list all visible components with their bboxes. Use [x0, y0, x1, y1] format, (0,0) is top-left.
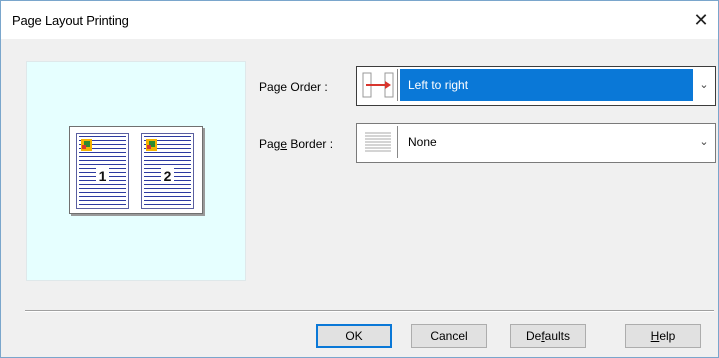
page-order-label: Page Order : [259, 80, 328, 94]
divider [25, 310, 714, 312]
no-border-icon [359, 126, 398, 158]
page-order-dropdown[interactable]: Left to right ⌄ [356, 66, 716, 106]
cancel-button[interactable]: Cancel [411, 324, 487, 348]
page-layout-printing-dialog: Page Layout Printing ✕ 1 2 Page Order : [0, 0, 719, 358]
page-number-2: 2 [160, 168, 175, 184]
page-border-label: Page Border : [259, 137, 334, 151]
page-border-dropdown[interactable]: None ⌄ [356, 123, 716, 163]
ok-button[interactable]: OK [316, 324, 392, 348]
defaults-button[interactable]: Defaults [510, 324, 586, 348]
chevron-down-icon[interactable]: ⌄ [698, 79, 710, 91]
layout-preview: 1 2 [26, 61, 246, 281]
chevron-down-icon[interactable]: ⌄ [698, 136, 710, 148]
picture-icon [81, 139, 92, 151]
preview-page-1: 1 [76, 133, 129, 209]
close-icon[interactable]: ✕ [690, 9, 712, 31]
picture-icon [146, 139, 157, 151]
preview-page-2: 2 [141, 133, 194, 209]
arrow-left-to-right-icon [359, 69, 398, 101]
help-button[interactable]: Help [625, 324, 701, 348]
page-order-value: Left to right [400, 69, 693, 101]
dialog-title: Page Layout Printing [12, 13, 129, 28]
preview-sheet: 1 2 [69, 126, 203, 214]
title-bar[interactable]: Page Layout Printing ✕ [1, 1, 718, 39]
page-number-1: 1 [95, 168, 110, 184]
page-border-value: None [408, 135, 437, 149]
